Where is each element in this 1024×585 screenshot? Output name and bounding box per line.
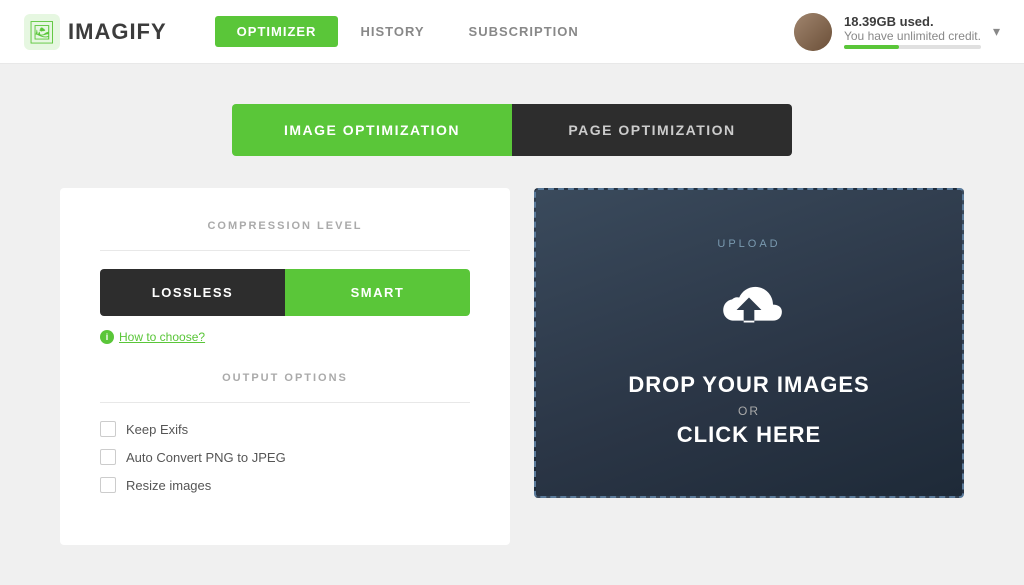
checkbox-keep-exifs-label: Keep Exifs <box>126 422 188 437</box>
compression-buttons: LOSSLESS SMART <box>100 269 470 316</box>
credit-text: You have unlimited credit. <box>844 29 981 43</box>
usage-bar-fill <box>844 45 899 49</box>
nav-tab-optimizer[interactable]: OPTIMIZER <box>215 16 339 47</box>
lossless-button[interactable]: LOSSLESS <box>100 269 285 316</box>
upload-panel[interactable]: UPLOAD DROP YOUR IMAGES OR CLICK HERE <box>534 188 964 498</box>
divider-output <box>100 402 470 403</box>
nav-tabs: OPTIMIZER HISTORY SUBSCRIPTION <box>215 16 601 47</box>
tab-switcher: IMAGE OPTIMIZATION PAGE OPTIMIZATION <box>232 104 792 156</box>
left-panel: COMPRESSION LEVEL LOSSLESS SMART i How t… <box>60 188 510 545</box>
upload-label-text: UPLOAD <box>717 238 780 250</box>
checkbox-keep-exifs: Keep Exifs <box>100 421 470 437</box>
svg-text:🖼: 🖼 <box>28 20 56 45</box>
user-info: 18.39GB used. You have unlimited credit. <box>844 14 981 49</box>
compression-label: COMPRESSION LEVEL <box>100 220 470 232</box>
chevron-down-icon[interactable]: ▾ <box>993 23 1000 40</box>
avatar <box>794 13 832 51</box>
nav-tab-history[interactable]: HISTORY <box>338 16 446 47</box>
main-content: IMAGE OPTIMIZATION PAGE OPTIMIZATION COM… <box>0 64 1024 585</box>
click-here-text: CLICK HERE <box>677 422 821 448</box>
checkbox-keep-exifs-input[interactable] <box>100 421 116 437</box>
cloud-svg <box>709 278 789 342</box>
avatar-image <box>794 13 832 51</box>
checkbox-resize-images-label: Resize images <box>126 478 211 493</box>
checkbox-auto-convert: Auto Convert PNG to JPEG <box>100 449 470 465</box>
usage-text: 18.39GB used. <box>844 14 981 29</box>
checkbox-resize-images: Resize images <box>100 477 470 493</box>
header-right: 18.39GB used. You have unlimited credit.… <box>794 13 1000 51</box>
logo: 🖼 IMAGIFY <box>24 14 167 50</box>
logo-text: IMAGIFY <box>68 19 167 45</box>
info-icon: i <box>100 330 114 344</box>
checkbox-auto-convert-label: Auto Convert PNG to JPEG <box>126 450 286 465</box>
usage-bar <box>844 45 981 49</box>
panels-row: COMPRESSION LEVEL LOSSLESS SMART i How t… <box>60 188 964 545</box>
how-to-choose-text: How to choose? <box>119 330 205 344</box>
divider-compression <box>100 250 470 251</box>
tab-page-optimization[interactable]: PAGE OPTIMIZATION <box>512 104 792 156</box>
output-label: OUTPUT OPTIONS <box>100 372 470 384</box>
smart-button[interactable]: SMART <box>285 269 470 316</box>
tab-image-optimization[interactable]: IMAGE OPTIMIZATION <box>232 104 512 156</box>
cloud-upload-icon <box>709 278 789 347</box>
checkbox-resize-images-input[interactable] <box>100 477 116 493</box>
upload-label-area: UPLOAD <box>705 238 792 250</box>
header: 🖼 IMAGIFY OPTIMIZER HISTORY SUBSCRIPTION… <box>0 0 1024 64</box>
nav-tab-subscription[interactable]: SUBSCRIPTION <box>447 16 601 47</box>
how-to-choose-link[interactable]: i How to choose? <box>100 330 470 344</box>
logo-icon: 🖼 <box>24 14 60 50</box>
or-text: OR <box>738 404 760 418</box>
drop-text: DROP YOUR IMAGES <box>628 371 869 400</box>
checkbox-auto-convert-input[interactable] <box>100 449 116 465</box>
